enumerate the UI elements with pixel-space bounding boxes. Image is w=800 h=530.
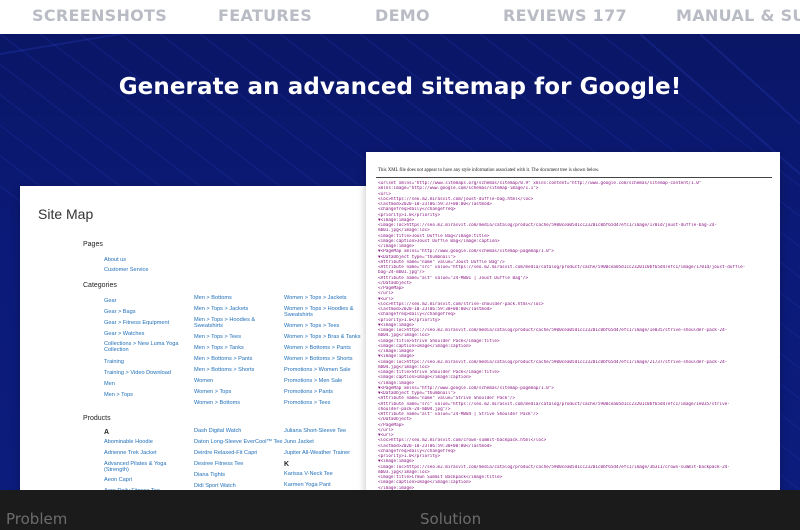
product-link[interactable]: Abominable Hoodie — [104, 439, 153, 445]
product-link[interactable]: Aeon Capri — [104, 477, 132, 483]
category-link[interactable]: Promotions > Tees — [284, 400, 330, 406]
xml-line: <image:loc>https://seo.m2.mirasvit.com/m… — [378, 359, 728, 365]
category-link[interactable]: Training > Video Download — [104, 370, 171, 376]
xml-sitemap-preview-card: This XML file does not appear to have an… — [366, 152, 780, 496]
product-link[interactable]: Deirdre Relaxed-Fit Capri — [194, 450, 257, 456]
product-link[interactable]: Daton Long-Sleeve EverCool™ Tee — [194, 439, 283, 445]
category-link[interactable]: Gear > Fitness Equipment — [104, 320, 169, 326]
bottom-tab-bar: Problem Solution — [0, 490, 800, 530]
category-link[interactable]: Women > Bottoms > Pants — [284, 345, 351, 351]
category-link[interactable]: Men > Tops > Hoodies & Sweatshirts — [194, 317, 276, 330]
hero-title: Generate an advanced sitemap for Google! — [118, 74, 682, 100]
top-navigation: SCREENSHOTS FEATURES DEMO REVIEWS 177 MA… — [0, 0, 800, 34]
category-link[interactable]: Gear — [104, 298, 116, 304]
category-link[interactable]: Women > Tops > Hoodies & Sweatshirts — [284, 306, 364, 319]
pages-heading: Pages — [83, 241, 103, 248]
category-link[interactable]: Men > Tops > Tanks — [194, 345, 244, 351]
product-link[interactable]: Diana Tights — [194, 472, 225, 478]
category-link[interactable]: Men > Bottoms > Shorts — [194, 367, 254, 373]
category-link[interactable]: Women > Tops — [194, 389, 231, 395]
product-link[interactable]: Adrienne Trek Jacket — [104, 450, 157, 456]
category-link[interactable]: Men > Bottoms — [194, 295, 232, 301]
category-link[interactable]: Collections > New Luma Yoga Collection — [104, 341, 196, 354]
products-heading: Products — [83, 415, 111, 422]
tab-solution[interactable]: Solution — [420, 510, 481, 528]
product-link[interactable]: Jupiter All-Weather Trainer — [284, 450, 350, 456]
category-link[interactable]: Men > Tops — [104, 392, 133, 398]
sitemap-title: Site Map — [38, 206, 94, 222]
category-link[interactable]: Women > Tops > Jackets — [284, 295, 347, 301]
nav-features[interactable]: FEATURES — [218, 6, 312, 25]
divider — [376, 177, 772, 178]
category-link[interactable]: Women > Tops > Tees — [284, 323, 339, 329]
category-link[interactable]: Men — [104, 381, 115, 387]
product-link[interactable]: Karmen Yoga Pant — [284, 482, 331, 488]
category-link[interactable]: Promotions > Women Sale — [284, 367, 351, 373]
nav-reviews[interactable]: REVIEWS 177 — [503, 6, 627, 25]
product-link[interactable]: Juno Jacket — [284, 439, 314, 445]
category-link[interactable]: Men > Bottoms > Pants — [194, 356, 252, 362]
xml-line: <Attribute name="src" value="https://seo… — [378, 265, 746, 270]
sitemap-preview-card: Site Map Pages About us Customer Service… — [20, 186, 366, 496]
page-link[interactable]: Customer Service — [104, 267, 148, 273]
category-link[interactable]: Gear > Bags — [104, 309, 136, 315]
products-letter-k: K — [284, 461, 290, 468]
tab-problem[interactable]: Problem — [6, 510, 67, 528]
xml-line: <image:loc>https://seo.m2.mirasvit.com/m… — [378, 464, 730, 470]
product-link[interactable]: Advanced Pilates & Yoga (Strength) — [104, 461, 192, 474]
xml-line: <image:loc>https://seo.m2.mirasvit.com/m… — [378, 328, 728, 333]
product-link[interactable]: Juliana Short-Sleeve Tee — [284, 428, 346, 434]
nav-screenshots[interactable]: SCREENSHOTS — [32, 6, 167, 25]
category-link[interactable]: Women — [194, 378, 213, 384]
category-link[interactable]: Training — [104, 359, 124, 365]
category-link[interactable]: Gear > Watches — [104, 331, 144, 337]
xml-document-tree: <urlset xmlns="http://www.sitemaps.org/s… — [378, 181, 778, 496]
nav-demo[interactable]: DEMO — [375, 6, 430, 25]
product-link[interactable]: Karissa V-Neck Tee — [284, 471, 333, 477]
category-link[interactable]: Women > Bottoms — [194, 400, 240, 406]
page-link[interactable]: About us — [104, 257, 126, 263]
product-link[interactable]: Desiree Fitness Tee — [194, 461, 243, 467]
product-link[interactable]: Didi Sport Watch — [194, 483, 236, 489]
category-link[interactable]: Promotions > Pants — [284, 389, 333, 395]
category-link[interactable]: Promotions > Men Sale — [284, 378, 342, 384]
categories-heading: Categories — [83, 282, 117, 289]
xml-line: <Attribute name="src" value="https://seo… — [378, 401, 730, 407]
category-link[interactable]: Men > Tops > Jackets — [194, 306, 248, 312]
product-link[interactable]: Dash Digital Watch — [194, 428, 241, 434]
xml-style-note: This XML file does not appear to have an… — [378, 168, 600, 173]
products-letter-a: A — [104, 429, 110, 436]
category-link[interactable]: Men > Tops > Tees — [194, 334, 241, 340]
category-link[interactable]: Women > Bottoms > Shorts — [284, 356, 353, 362]
nav-manual-support[interactable]: MANUAL & SUPPORT — [676, 6, 800, 25]
category-link[interactable]: Women > Tops > Bras & Tanks — [284, 334, 361, 340]
